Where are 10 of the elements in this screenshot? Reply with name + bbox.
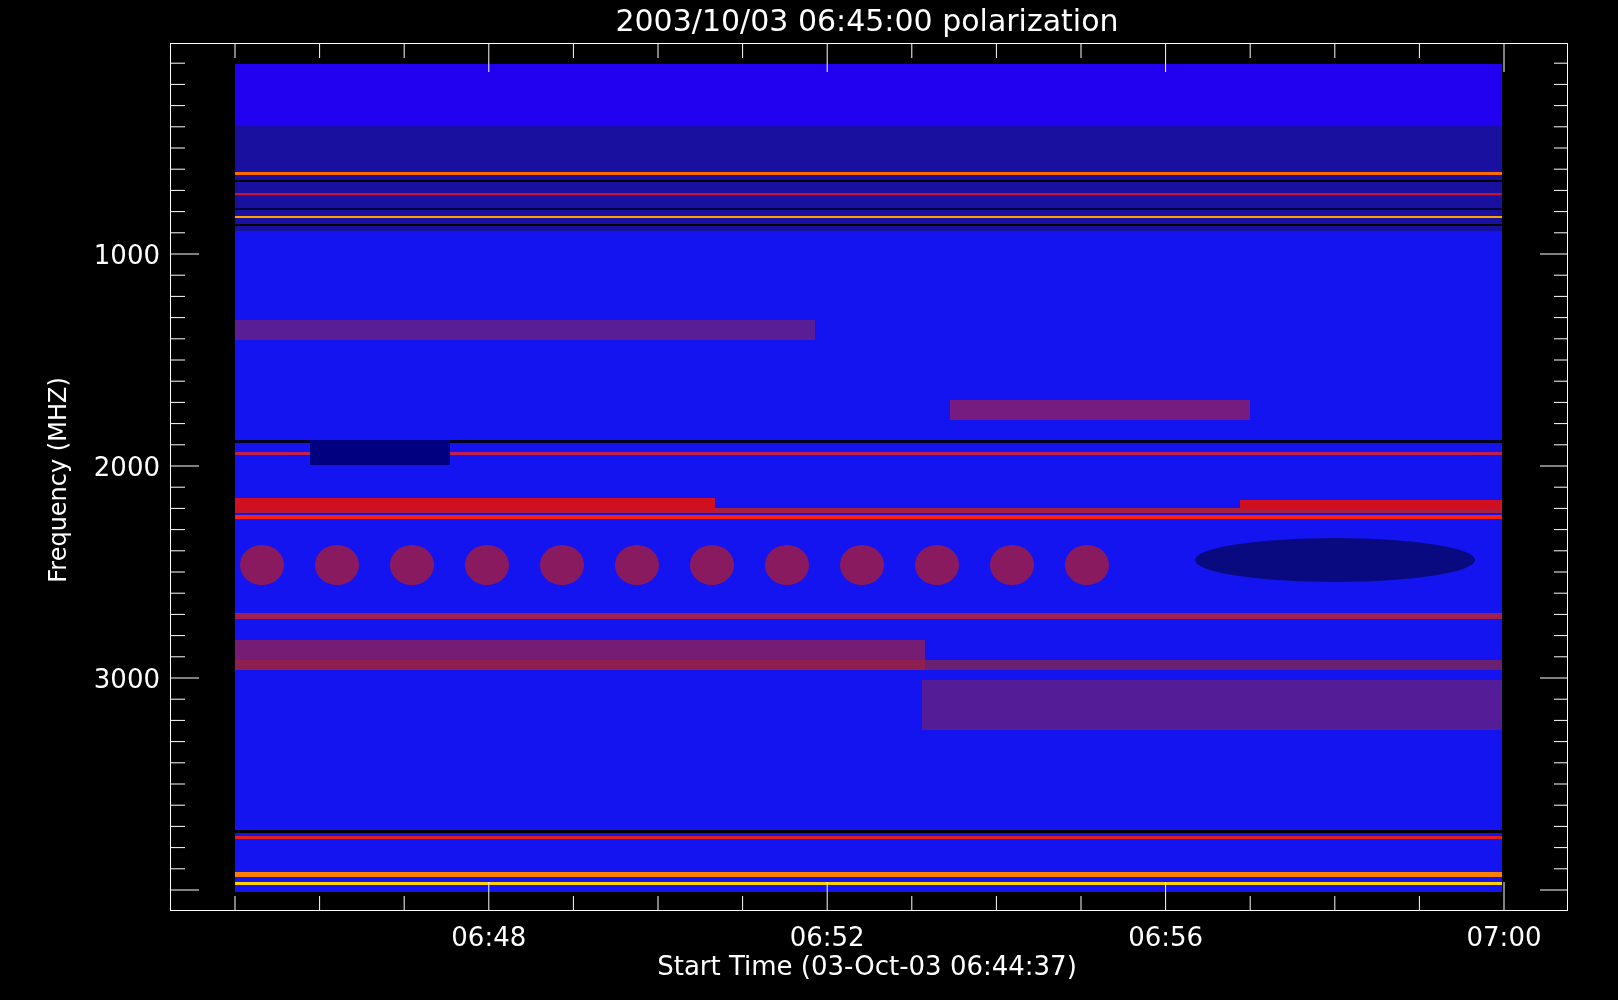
x-axis-title: Start Time (03-Oct-03 06:44:37) [657,951,1077,981]
x-tick-label: 07:00 [1466,922,1542,952]
plot-title: 2003/10/03 06:45:00 polarization [615,3,1119,38]
y-axis-title: Frequency (MHZ) [44,377,72,583]
y-tick-label: 1000 [93,240,160,270]
y-tick-label: 3000 [93,664,160,694]
y-tick-label: 2000 [93,452,160,482]
x-tick-label: 06:52 [789,922,865,952]
x-tick-label: 06:56 [1128,922,1204,952]
x-tick-label: 06:48 [451,922,527,952]
